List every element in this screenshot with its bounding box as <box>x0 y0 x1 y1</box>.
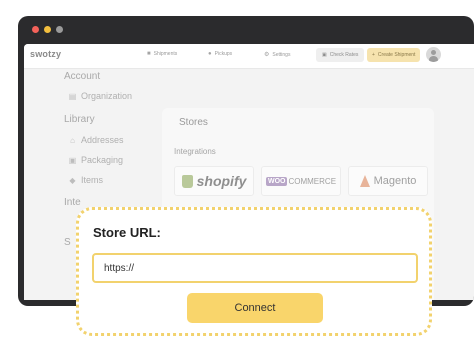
shopify-bag-icon <box>181 174 193 188</box>
plus-icon: + <box>372 52 375 58</box>
sidebar-item-label: Packaging <box>81 155 124 165</box>
nav-shipments[interactable]: ■ Shipments <box>147 51 177 57</box>
avatar-head <box>431 50 436 55</box>
commerce-wordmark: COMMERCE <box>288 176 337 186</box>
sidebar-item-label: Items <box>81 175 104 185</box>
sidebar-heading-partial: S <box>64 237 71 248</box>
nav-shipments-label: Shipments <box>153 51 178 57</box>
top-navbar: swotzy ■ Shipments ● Pickups ⚙ Settings … <box>24 44 474 69</box>
sidebar-item-packaging[interactable]: ▣ Packaging <box>68 155 123 165</box>
stores-title: Stores <box>179 117 208 128</box>
building-icon: ▤ <box>68 91 77 101</box>
sidebar-heading-account: Account <box>64 71 101 82</box>
calculator-icon: ▣ <box>322 52 327 58</box>
nav-settings[interactable]: ⚙ Settings <box>264 51 291 59</box>
store-url-input[interactable] <box>92 253 418 283</box>
gear-icon: ⚙ <box>264 52 270 58</box>
check-rates-button[interactable]: ▣ Check Rates <box>316 48 365 62</box>
window-titlebar <box>18 16 474 44</box>
connect-button[interactable]: Connect <box>187 293 323 323</box>
woocommerce-integration[interactable]: WOO COMMERCE <box>261 166 341 196</box>
woo-wordmark: WOO <box>265 176 288 186</box>
truck-icon: ■ <box>147 51 151 57</box>
tag-icon: ◆ <box>69 175 76 185</box>
sidebar-item-items[interactable]: ◆ Items <box>68 175 103 185</box>
avatar-body <box>429 56 438 62</box>
sidebar-item-organization[interactable]: ▤ Organization <box>68 91 132 101</box>
nav-pickups-label: Pickups <box>214 51 233 57</box>
store-url-modal: Store URL: Connect <box>76 207 432 336</box>
sidebar-heading-integrations: Inte <box>64 197 81 208</box>
box-icon: ▣ <box>68 155 77 165</box>
shopify-wordmark: shopify <box>196 173 247 189</box>
sidebar-item-addresses[interactable]: ⌂ Addresses <box>68 135 124 145</box>
maximize-window-dot[interactable] <box>56 26 63 33</box>
sidebar-item-label: Addresses <box>81 135 124 145</box>
magento-wordmark: Magento <box>373 175 417 187</box>
create-shipment-label: Create Shipment <box>377 52 416 58</box>
magento-integration[interactable]: Magento <box>348 166 428 196</box>
close-window-dot[interactable] <box>32 26 39 33</box>
app-logo[interactable]: swotzy <box>30 49 61 59</box>
create-shipment-button[interactable]: + Create Shipment <box>367 48 421 62</box>
nav-pickups[interactable]: ● Pickups <box>208 51 232 57</box>
check-rates-label: Check Rates <box>329 52 359 58</box>
nav-settings-label: Settings <box>272 51 291 58</box>
pin-icon: ● <box>208 51 212 57</box>
sidebar-item-label: Organization <box>81 91 133 101</box>
magento-logo-icon <box>359 175 370 187</box>
home-icon: ⌂ <box>70 135 75 145</box>
sidebar-heading-library: Library <box>64 114 95 125</box>
shopify-integration[interactable]: shopify <box>174 166 254 196</box>
integrations-label: Integrations <box>174 147 216 156</box>
store-url-label: Store URL: <box>93 225 161 240</box>
avatar[interactable] <box>426 47 441 62</box>
minimize-window-dot[interactable] <box>44 26 51 33</box>
